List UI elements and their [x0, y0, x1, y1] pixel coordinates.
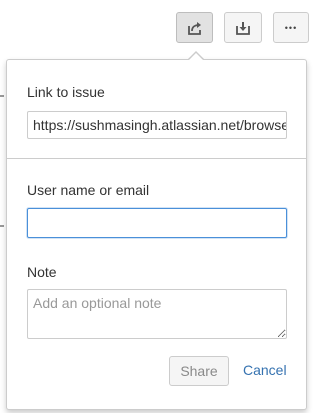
download-icon [236, 21, 250, 35]
user-label: User name or email [27, 182, 150, 198]
link-label: Link to issue [27, 84, 105, 100]
background-fragment [0, 95, 4, 97]
share-dialog: Link to issue https://sushmasingh.atlass… [6, 59, 307, 410]
cancel-link[interactable]: Cancel [243, 362, 287, 378]
more-actions-button[interactable]: ••• [273, 12, 309, 43]
link-field[interactable]: https://sushmasingh.atlassian.net/browse… [27, 111, 287, 139]
popover-arrow-fill [189, 53, 203, 60]
share-icon [187, 21, 201, 35]
divider [7, 158, 306, 159]
share-submit-button[interactable]: Share [169, 356, 229, 386]
note-textarea[interactable] [27, 289, 287, 339]
share-button[interactable] [176, 12, 213, 43]
export-button[interactable] [224, 12, 262, 43]
note-label: Note [27, 264, 57, 280]
background-fragment [0, 225, 4, 227]
ellipsis-icon: ••• [284, 22, 298, 33]
user-input[interactable] [27, 208, 287, 238]
